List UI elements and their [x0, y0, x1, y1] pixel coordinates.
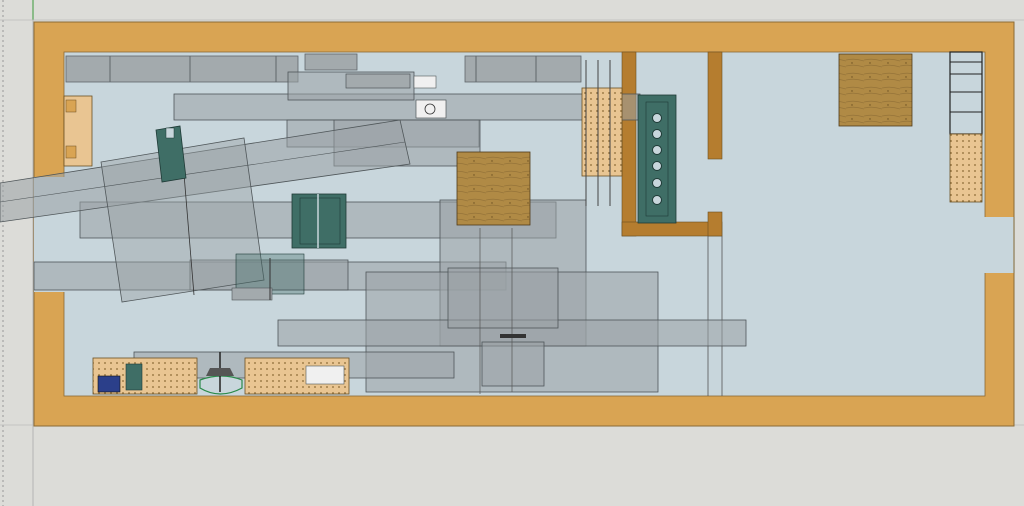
- workshop-floor-plan: [0, 0, 1024, 506]
- saw-insert: [500, 334, 526, 338]
- left-wall-bench: [63, 95, 93, 167]
- right-doorway: [984, 217, 1015, 273]
- dust-collector-icon: [637, 94, 677, 224]
- plywood-sheet-center: [456, 151, 531, 226]
- right-pegboard: [949, 133, 983, 203]
- jointer-icon: [231, 253, 305, 301]
- table-saw-icon: [291, 193, 347, 249]
- floor-plan-canvas: [0, 0, 1024, 506]
- plywood-sheet-right: [838, 53, 913, 127]
